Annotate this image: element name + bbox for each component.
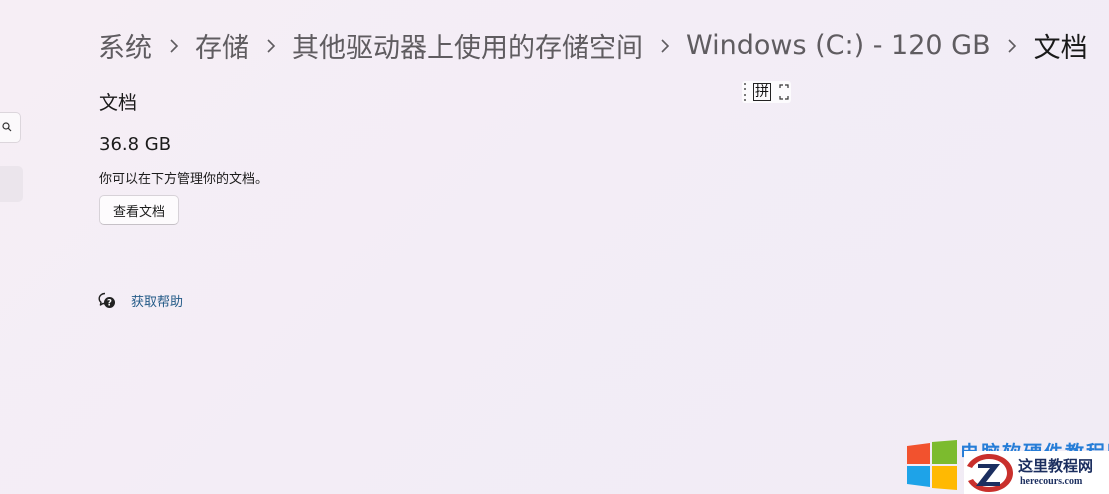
breadcrumb-item-system[interactable]: 系统 [98, 26, 152, 65]
nav-selected-item[interactable] [0, 166, 23, 202]
expand-icon[interactable] [779, 84, 789, 100]
breadcrumb-item-documents: 文档 [1033, 32, 1088, 64]
documents-description: 你可以在下方管理你的文档。 [99, 172, 269, 187]
chevron-right-icon [152, 30, 195, 61]
get-help-link[interactable]: 获取帮助 [131, 291, 183, 310]
breadcrumb-item-other-drives[interactable]: 其他驱动器上使用的存储空间 [292, 26, 643, 65]
watermark: 电脑软硬件教程网 这里教程网 herecours.com [904, 438, 1109, 494]
help-chat-icon: ? [98, 292, 115, 308]
section-title: 文档 [99, 92, 138, 114]
view-documents-button[interactable]: 查看文档 [99, 195, 179, 225]
watermark-site-url: herecours.com [1020, 476, 1083, 487]
drag-handle-icon[interactable] [744, 83, 747, 101]
z-logo-icon [967, 454, 1013, 492]
svg-text:?: ? [107, 298, 112, 308]
watermark-site-name: 这里教程网 [1018, 457, 1094, 475]
ime-toolbar[interactable]: 拼 [742, 81, 791, 103]
breadcrumb-item-windows-drive[interactable]: Windows (C:) - 120 GB [686, 30, 991, 61]
get-help-row[interactable]: ? 获取帮助 [98, 290, 183, 310]
chevron-right-icon [991, 30, 1034, 61]
documents-size: 36.8 GB [99, 134, 172, 155]
search-icon [2, 122, 12, 132]
chevron-right-icon [249, 30, 292, 61]
nav-search-box[interactable] [0, 112, 21, 143]
ime-mode-label[interactable]: 拼 [753, 83, 771, 101]
breadcrumb: 系统 存储 其他驱动器上使用的存储空间 Windows (C:) - 120 G… [98, 26, 1088, 64]
windows-logo-icon [907, 440, 957, 490]
breadcrumb-item-storage[interactable]: 存储 [195, 26, 249, 65]
chevron-right-icon [643, 30, 686, 61]
